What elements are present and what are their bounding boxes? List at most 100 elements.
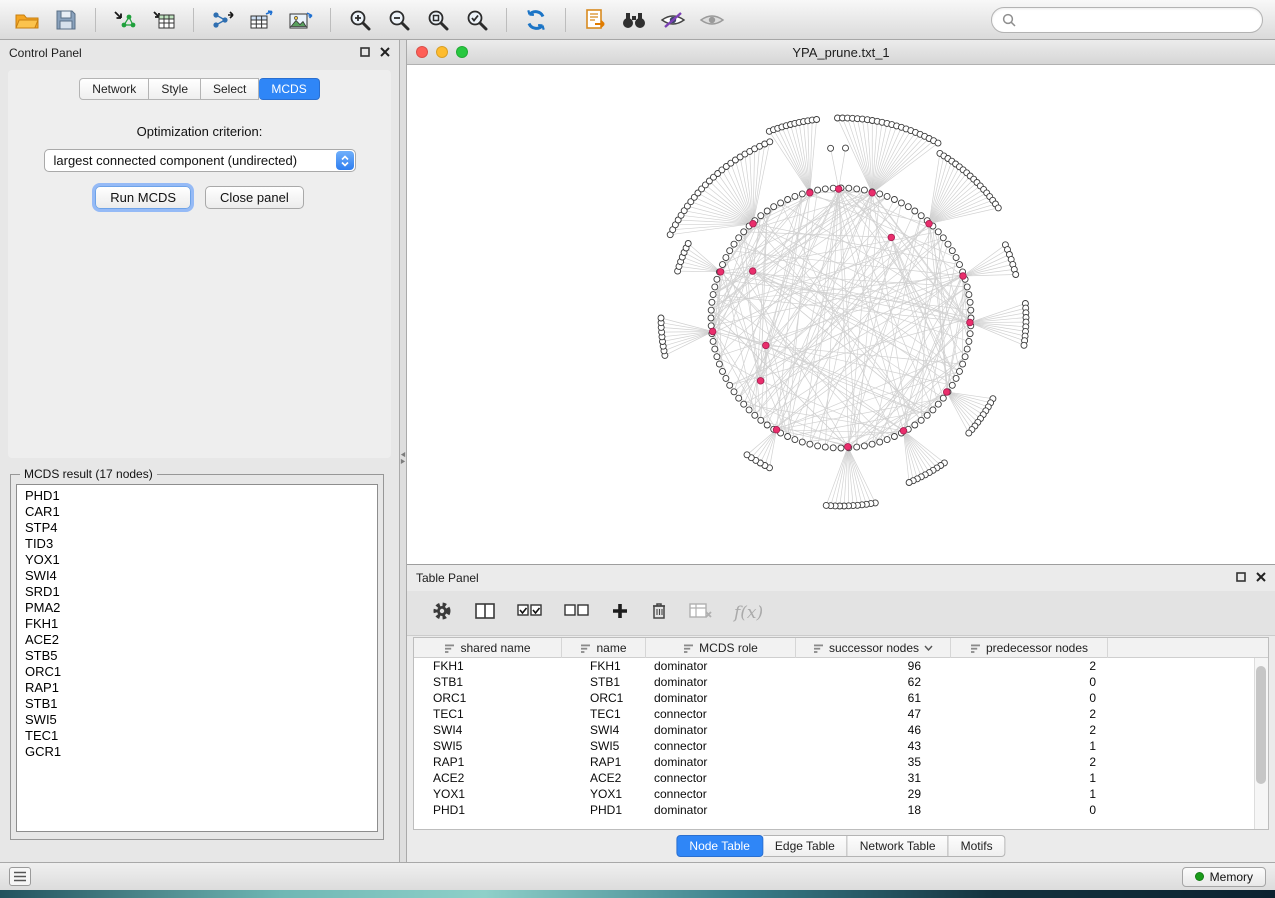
mcds-result-box: MCDS result (17 nodes) PHD1CAR1STP4TID3Y… bbox=[10, 467, 384, 840]
zoom-out-icon[interactable] bbox=[384, 5, 414, 35]
split-columns-icon[interactable] bbox=[474, 601, 496, 626]
mcds-result-item[interactable]: ORC1 bbox=[25, 664, 377, 680]
open-session-icon[interactable] bbox=[12, 5, 42, 35]
mcds-result-item[interactable]: PHD1 bbox=[25, 488, 377, 504]
float-table-panel-icon[interactable] bbox=[1236, 571, 1246, 585]
table-row[interactable]: TEC1TEC1connector472 bbox=[414, 706, 1268, 722]
close-window-icon[interactable] bbox=[416, 46, 428, 58]
window-controls bbox=[416, 46, 468, 58]
function-builder-icon[interactable]: f(x) bbox=[734, 603, 763, 623]
mcds-result-item[interactable]: YOX1 bbox=[25, 552, 377, 568]
float-panel-icon[interactable] bbox=[360, 46, 370, 60]
column-header-MCDS-role[interactable]: MCDS role bbox=[646, 638, 796, 658]
select-all-rows-icon[interactable] bbox=[517, 601, 543, 626]
mcds-result-item[interactable]: TID3 bbox=[25, 536, 377, 552]
refresh-view-icon[interactable] bbox=[521, 5, 551, 35]
search-box[interactable] bbox=[991, 7, 1263, 33]
table-scrollbar[interactable] bbox=[1254, 658, 1268, 829]
table-scrollbar-thumb[interactable] bbox=[1256, 666, 1266, 784]
task-history-icon[interactable] bbox=[9, 867, 31, 886]
mcds-result-item[interactable]: RAP1 bbox=[25, 680, 377, 696]
mcds-result-item[interactable]: CAR1 bbox=[25, 504, 377, 520]
minimize-window-icon[interactable] bbox=[436, 46, 448, 58]
table-row[interactable]: PHD1PHD1dominator180 bbox=[414, 802, 1268, 818]
table-row[interactable]: STB1STB1dominator620 bbox=[414, 674, 1268, 690]
hide-selected-icon[interactable] bbox=[658, 5, 688, 35]
node-table-header: shared namenameMCDS rolesuccessor nodesp… bbox=[414, 638, 1268, 658]
mcds-result-item[interactable]: FKH1 bbox=[25, 616, 377, 632]
tab-node-table[interactable]: Node Table bbox=[676, 835, 763, 857]
mcds-result-item[interactable]: SRD1 bbox=[25, 584, 377, 600]
mcds-result-item[interactable]: TEC1 bbox=[25, 728, 377, 744]
tab-network-table[interactable]: Network Table bbox=[848, 835, 949, 857]
import-table-from-file-icon[interactable] bbox=[149, 5, 179, 35]
tab-mcds[interactable]: MCDS bbox=[259, 78, 319, 100]
memory-status-icon bbox=[1195, 872, 1204, 881]
mcds-result-item[interactable]: SWI4 bbox=[25, 568, 377, 584]
mcds-result-item[interactable]: STB1 bbox=[25, 696, 377, 712]
save-session-icon[interactable] bbox=[51, 5, 81, 35]
tab-motifs[interactable]: Motifs bbox=[949, 835, 1006, 857]
table-cell: TEC1 bbox=[414, 706, 562, 722]
column-header-successor-nodes[interactable]: successor nodes bbox=[796, 638, 951, 658]
show-all-icon[interactable] bbox=[697, 5, 727, 35]
table-row[interactable]: RAP1RAP1dominator352 bbox=[414, 754, 1268, 770]
close-panel-icon[interactable] bbox=[380, 46, 390, 60]
network-window-titlebar[interactable]: YPA_prune.txt_1 bbox=[407, 40, 1275, 65]
tab-style[interactable]: Style bbox=[149, 78, 201, 100]
mcds-result-item[interactable]: SWI5 bbox=[25, 712, 377, 728]
optimization-dropdown[interactable]: largest connected component (undirected) bbox=[44, 149, 356, 172]
table-cell: ACE2 bbox=[562, 770, 646, 786]
mcds-result-item[interactable]: STP4 bbox=[25, 520, 377, 536]
zoom-fit-content-icon[interactable] bbox=[423, 5, 453, 35]
import-network-from-file-icon[interactable] bbox=[110, 5, 140, 35]
close-panel-button[interactable]: Close panel bbox=[205, 186, 304, 209]
search-network-icon[interactable] bbox=[619, 5, 649, 35]
table-settings-icon[interactable] bbox=[431, 600, 453, 627]
export-table-icon[interactable] bbox=[247, 5, 277, 35]
delete-table-icon[interactable] bbox=[689, 602, 713, 625]
table-row[interactable]: YOX1YOX1connector291 bbox=[414, 786, 1268, 802]
table-row[interactable]: ORC1ORC1dominator610 bbox=[414, 690, 1268, 706]
network-view[interactable] bbox=[407, 65, 1275, 565]
table-row[interactable]: ACE2ACE2connector311 bbox=[414, 770, 1268, 786]
network-window-title: YPA_prune.txt_1 bbox=[792, 45, 889, 60]
delete-rows-icon[interactable] bbox=[650, 601, 668, 626]
maximize-window-icon[interactable] bbox=[456, 46, 468, 58]
search-icon bbox=[1002, 13, 1016, 27]
export-network-icon[interactable] bbox=[208, 5, 238, 35]
search-input[interactable] bbox=[1022, 12, 1252, 27]
tab-edge-table[interactable]: Edge Table bbox=[763, 835, 848, 857]
zoom-in-icon[interactable] bbox=[345, 5, 375, 35]
memory-label: Memory bbox=[1210, 870, 1253, 884]
table-row[interactable]: FKH1FKH1dominator962 bbox=[414, 658, 1268, 674]
optimization-label: Optimization criterion: bbox=[0, 124, 399, 139]
memory-button[interactable]: Memory bbox=[1182, 867, 1266, 887]
panel-divider[interactable] bbox=[400, 40, 407, 862]
mcds-result-item[interactable]: GCR1 bbox=[25, 744, 377, 760]
mcds-result-item[interactable]: ACE2 bbox=[25, 632, 377, 648]
add-row-icon[interactable] bbox=[611, 602, 629, 625]
tab-network[interactable]: Network bbox=[79, 78, 149, 100]
table-cell: connector bbox=[646, 770, 796, 786]
mcds-result-item[interactable]: PMA2 bbox=[25, 600, 377, 616]
table-panel-titlebar: Table Panel bbox=[407, 565, 1275, 591]
share-document-icon[interactable] bbox=[580, 5, 610, 35]
run-mcds-button[interactable]: Run MCDS bbox=[95, 186, 191, 209]
deselect-all-rows-icon[interactable] bbox=[564, 601, 590, 626]
column-header-name[interactable]: name bbox=[562, 638, 646, 658]
table-cell: 0 bbox=[951, 674, 1108, 690]
table-row[interactable]: SWI4SWI4dominator462 bbox=[414, 722, 1268, 738]
right-area: YPA_prune.txt_1 Table Panel bbox=[407, 40, 1275, 862]
column-header-predecessor-nodes[interactable]: predecessor nodes bbox=[951, 638, 1108, 658]
tab-select[interactable]: Select bbox=[201, 78, 259, 100]
mcds-result-item[interactable]: STB5 bbox=[25, 648, 377, 664]
network-canvas[interactable] bbox=[407, 65, 1275, 564]
column-header-shared-name[interactable]: shared name bbox=[414, 638, 562, 658]
zoom-selected-icon[interactable] bbox=[462, 5, 492, 35]
toolbar-separator bbox=[95, 8, 96, 32]
control-tabs: NetworkStyleSelectMCDS bbox=[79, 78, 319, 100]
close-table-panel-icon[interactable] bbox=[1256, 571, 1266, 585]
table-row[interactable]: SWI5SWI5connector431 bbox=[414, 738, 1268, 754]
export-image-icon[interactable] bbox=[286, 5, 316, 35]
